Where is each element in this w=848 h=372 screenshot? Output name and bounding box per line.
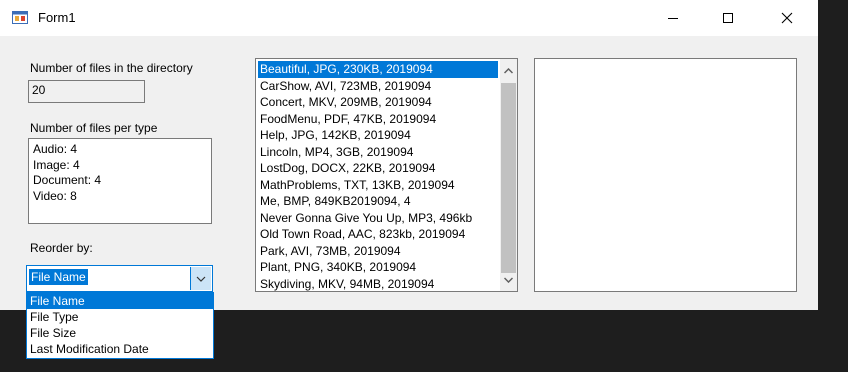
list-item[interactable]: Plant, PNG, 340KB, 2019094 bbox=[258, 259, 498, 276]
file-list-scrollbar[interactable] bbox=[500, 59, 517, 291]
form-app-icon bbox=[12, 9, 28, 25]
list-item[interactable]: CarShow, AVI, 723MB, 2019094 bbox=[258, 78, 498, 95]
list-item[interactable]: LostDog, DOCX, 22KB, 2019094 bbox=[258, 160, 498, 177]
chevron-down-icon bbox=[196, 276, 206, 282]
list-item[interactable]: FoodMenu, PDF, 47KB, 2019094 bbox=[258, 111, 498, 128]
type-count-line: Image: 4 bbox=[33, 157, 80, 172]
scroll-down-button[interactable] bbox=[500, 271, 517, 288]
files-per-type-textbox[interactable]: Audio: 4 Image: 4 Document: 4 Video: 8 bbox=[28, 138, 212, 224]
close-icon bbox=[781, 12, 793, 24]
files-count-label: Number of files in the directory bbox=[30, 61, 193, 75]
window-title: Form1 bbox=[38, 10, 76, 25]
dropdown-option[interactable]: Last Modification Date bbox=[27, 341, 213, 357]
list-item[interactable]: MathProblems, TXT, 13KB, 2019094 bbox=[258, 177, 498, 194]
reorder-label: Reorder by: bbox=[30, 241, 93, 255]
reorder-combobox[interactable]: File Name bbox=[26, 265, 213, 292]
title-bar[interactable]: Form1 bbox=[0, 0, 818, 36]
type-count-line: Document: 4 bbox=[33, 173, 102, 187]
list-item[interactable]: Beautiful, JPG, 230KB, 2019094 bbox=[258, 61, 498, 78]
files-per-type-label: Number of files per type bbox=[30, 121, 158, 135]
list-item[interactable]: Never Gonna Give You Up, MP3, 496kb bbox=[258, 210, 498, 227]
reorder-selected-value: File Name bbox=[29, 269, 88, 285]
list-item[interactable]: Help, JPG, 142KB, 2019094 bbox=[258, 127, 498, 144]
files-count-field[interactable]: 20 bbox=[28, 80, 145, 103]
chevron-down-icon bbox=[504, 276, 513, 283]
minimize-icon bbox=[668, 18, 678, 19]
file-listbox[interactable]: Beautiful, JPG, 230KB, 2019094 CarShow, … bbox=[255, 58, 518, 292]
minimize-button[interactable] bbox=[650, 0, 696, 36]
scroll-up-button[interactable] bbox=[500, 62, 517, 79]
type-count-line: Video: 8 bbox=[33, 188, 77, 203]
chevron-up-icon bbox=[504, 67, 513, 74]
close-button[interactable] bbox=[764, 0, 810, 36]
reorder-dropdown-list[interactable]: File Name File Type File Size Last Modif… bbox=[26, 292, 214, 359]
list-item[interactable]: Me, BMP, 849KB2019094, 4 bbox=[258, 193, 498, 210]
files-count-value: 20 bbox=[32, 83, 46, 97]
type-count-line: Audio: 4 bbox=[33, 142, 78, 156]
maximize-button[interactable] bbox=[705, 0, 751, 36]
list-item[interactable]: Old Town Road, AAC, 823kb, 2019094 bbox=[258, 226, 498, 243]
list-item[interactable]: Park, AVI, 73MB, 2019094 bbox=[258, 243, 498, 260]
list-item[interactable]: Skydiving, MKV, 94MB, 2019094 bbox=[258, 276, 498, 292]
list-item[interactable]: Concert, MKV, 209MB, 2019094 bbox=[258, 94, 498, 111]
dropdown-option[interactable]: File Type bbox=[27, 309, 213, 325]
maximize-icon bbox=[723, 13, 733, 23]
list-item[interactable]: Lincoln, MP4, 3GB, 2019094 bbox=[258, 144, 498, 161]
preview-panel bbox=[534, 58, 797, 292]
reorder-dropdown-button[interactable] bbox=[190, 267, 211, 290]
dropdown-option[interactable]: File Name bbox=[27, 293, 213, 309]
dropdown-option[interactable]: File Size bbox=[27, 325, 213, 341]
scroll-thumb[interactable] bbox=[501, 83, 516, 273]
form-window: Form1 Number of files in the directory 2… bbox=[0, 0, 818, 310]
